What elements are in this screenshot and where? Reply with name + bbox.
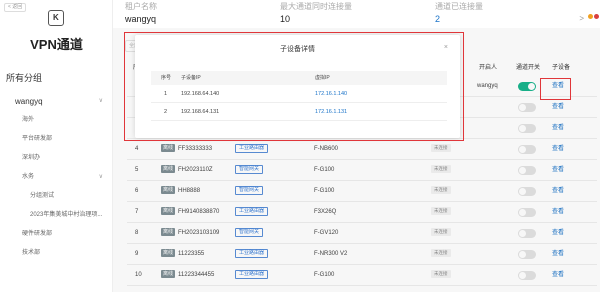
group-item[interactable]: 2023年集美城中村治理项... — [0, 206, 113, 225]
group-tree: wangyq ∨ 海外平台研发部深圳办水务 ∨ 分组测试 2023年集美城中村治理项...… — [0, 92, 113, 263]
max-connections-label: 最大通道同时连接量 — [280, 2, 352, 11]
app-title: VPN通道 — [30, 37, 83, 52]
group-item[interactable]: 硬件研发部 — [0, 225, 113, 244]
back-button[interactable]: < 返回 — [4, 3, 27, 12]
chevron-down-icon[interactable]: ∨ — [99, 168, 103, 187]
chevron-down-icon[interactable]: ∨ — [99, 92, 103, 111]
group-item-label: 深圳办 — [22, 155, 41, 161]
status-dots — [588, 14, 599, 20]
group-item[interactable]: 平台研发部 — [0, 130, 113, 149]
group-item-label: 2023年集美城中村治理项... — [30, 212, 103, 218]
connected-value[interactable]: 2 — [435, 14, 440, 24]
tenant-value: wangyq — [125, 14, 157, 24]
group-item[interactable]: 深圳办 — [0, 149, 113, 168]
group-item[interactable]: 分组测试 — [0, 187, 113, 206]
group-item[interactable]: 水务 ∨ — [0, 168, 113, 187]
group-item[interactable]: 技术部 — [0, 244, 113, 263]
status-dot-red — [594, 14, 599, 19]
app-logo: K — [48, 10, 64, 26]
next-arrow-icon[interactable]: > — [579, 14, 584, 23]
status-dot-orange — [588, 14, 593, 19]
tenant-label: 租户名称 — [125, 2, 157, 11]
group-item-label: 海外 — [22, 117, 35, 123]
group-item-label: 技术部 — [22, 250, 41, 256]
all-groups-heading[interactable]: 所有分组 — [6, 71, 42, 84]
group-item-label: 水务 — [22, 174, 35, 180]
group-item[interactable]: wangyq ∨ — [0, 92, 113, 111]
group-item[interactable]: 海外 — [0, 111, 113, 130]
group-item-label: 平台研发部 — [22, 136, 53, 142]
group-item-label: 分组测试 — [30, 193, 55, 199]
group-item-label: wangyq — [15, 97, 43, 106]
highlight-box-modal — [124, 32, 464, 141]
sidebar: < 返回 K VPN通道 所有分组 wangyq ∨ 海外平台研发部深圳办水务 ∨ 分组… — [0, 0, 113, 292]
highlight-box-view — [540, 78, 571, 100]
connected-label: 通道已连接量 — [435, 2, 483, 11]
logo-glyph: K — [53, 13, 59, 22]
group-item-label: 硬件研发部 — [22, 231, 53, 237]
max-connections-value: 10 — [280, 14, 291, 24]
